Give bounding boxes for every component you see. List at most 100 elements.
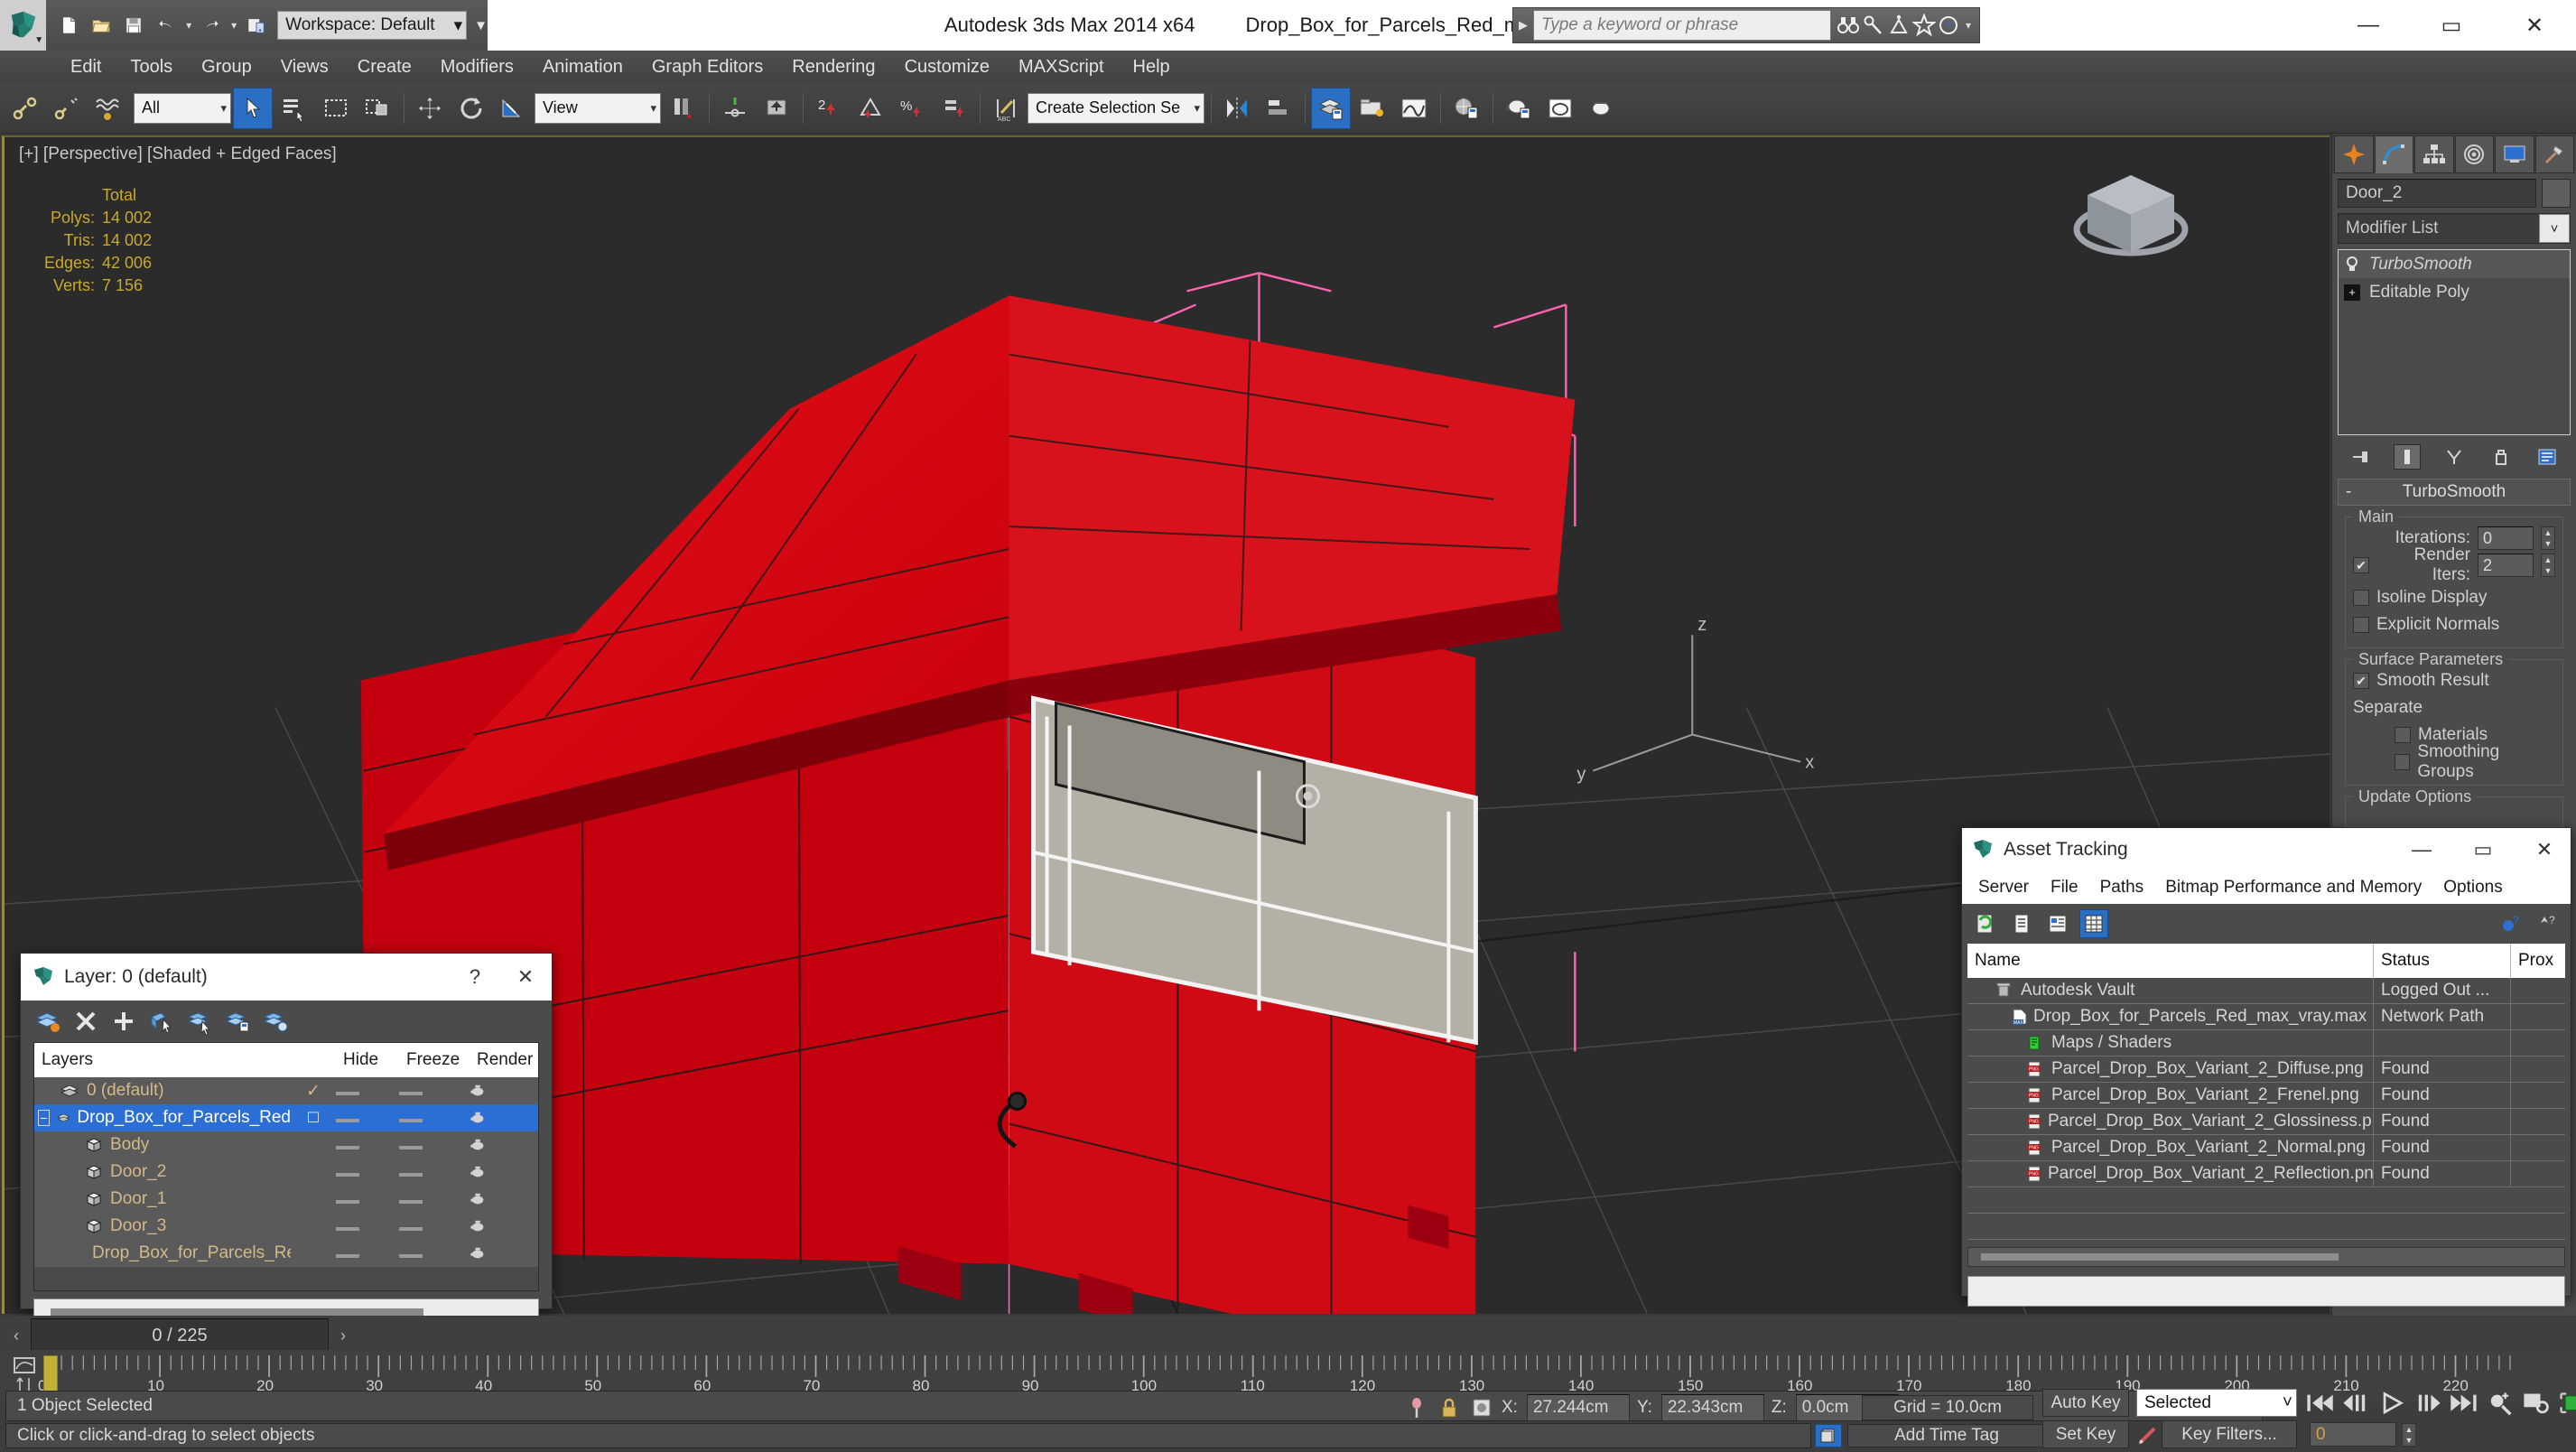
- render-iters-checkbox[interactable]: ✔: [2353, 557, 2369, 573]
- material-editor-button[interactable]: [1446, 88, 1486, 129]
- modify-tab[interactable]: [2374, 135, 2413, 173]
- modifier-list-combo[interactable]: Modifier List ˅: [2338, 213, 2571, 244]
- turbosmooth-rollout-header[interactable]: - TurboSmooth: [2338, 479, 2571, 506]
- next-frame-button[interactable]: [2413, 1391, 2443, 1416]
- freeze-toggle-2[interactable]: [399, 1146, 423, 1150]
- hide-toggle-0[interactable]: [336, 1092, 359, 1095]
- asset-row-maps-shaders[interactable]: Maps / Shaders: [1967, 1029, 2565, 1056]
- zoom-extents-selected-button[interactable]: [2557, 1391, 2576, 1416]
- delete-layer-button[interactable]: [73, 1009, 98, 1034]
- set-key-button[interactable]: Set Key: [2042, 1420, 2129, 1448]
- render-toggle-0[interactable]: [470, 1084, 538, 1098]
- hide-toggle-2[interactable]: [336, 1146, 359, 1150]
- lock-selection-icon[interactable]: [1437, 1395, 1462, 1420]
- highlight-selected-objects-button[interactable]: [225, 1009, 250, 1034]
- freeze-toggle-4[interactable]: [399, 1200, 423, 1204]
- save-file-button[interactable]: [118, 10, 149, 41]
- asset-row-frenel[interactable]: PNG Parcel_Drop_Box_Variant_2_Frenel.png…: [1967, 1082, 2565, 1109]
- layer-row-door-1[interactable]: Door_1: [34, 1186, 538, 1213]
- asset-vault-help-button[interactable]: ?: [2497, 909, 2525, 938]
- maximize-button[interactable]: ▭: [2410, 0, 2493, 51]
- freeze-toggle-1[interactable]: [399, 1119, 423, 1122]
- pin-stack-button[interactable]: [2348, 444, 2375, 470]
- menu-edit[interactable]: Edit: [56, 51, 116, 83]
- project-folder-button[interactable]: [241, 10, 272, 41]
- current-frame-field[interactable]: 0: [2310, 1422, 2396, 1447]
- layer-dialog-close-button[interactable]: ✕: [505, 965, 546, 989]
- transform-center-icon[interactable]: [1469, 1395, 1494, 1420]
- asset-detail-view-button[interactable]: [2043, 909, 2072, 938]
- asset-tracking-maximize-button[interactable]: ▭: [2457, 838, 2509, 861]
- layer-manager-button[interactable]: [1311, 87, 1351, 129]
- light-bulb-icon[interactable]: [2344, 256, 2360, 273]
- asset-menu-server[interactable]: Server: [1967, 878, 2040, 898]
- y-field[interactable]: 22.343cm: [1660, 1394, 1764, 1421]
- x-field[interactable]: 27.244cm: [1526, 1394, 1630, 1421]
- modifier-stack[interactable]: TurboSmooth + Editable Poly: [2338, 249, 2571, 435]
- render-production-button[interactable]: [1582, 88, 1622, 129]
- render-toggle-6[interactable]: [470, 1246, 538, 1261]
- search-button[interactable]: [1837, 14, 1860, 37]
- asset-row-reflection[interactable]: PNG Parcel_Drop_Box_Variant_2_Reflection…: [1967, 1160, 2565, 1187]
- render-toggle-3[interactable]: [470, 1165, 538, 1179]
- asset-menu-paths[interactable]: Paths: [2089, 878, 2155, 898]
- bind-space-warp-button[interactable]: [88, 88, 128, 129]
- isoline-display-checkbox[interactable]: [2353, 590, 2369, 606]
- layer-dialog-help-button[interactable]: ?: [454, 965, 496, 989]
- freeze-toggle-6[interactable]: [399, 1254, 423, 1258]
- asset-refresh-button[interactable]: [1971, 909, 2000, 938]
- curve-editor-button[interactable]: [1394, 88, 1434, 129]
- layer-row-body[interactable]: Body: [34, 1131, 538, 1159]
- select-and-scale-button[interactable]: [493, 88, 533, 129]
- zoom-region-button[interactable]: [2485, 1391, 2516, 1416]
- object-color-swatch[interactable]: [2542, 179, 2571, 208]
- key-filter-combo[interactable]: Selected ˅: [2136, 1389, 2297, 1417]
- menu-graph-editors[interactable]: Graph Editors: [637, 51, 777, 83]
- selection-filter-combo[interactable]: All ▾: [134, 92, 231, 124]
- asset-vault-info-button[interactable]: ?: [2533, 909, 2562, 938]
- named-selection-2-button[interactable]: 2: [809, 88, 849, 129]
- asset-row-glossiness[interactable]: PNG Parcel_Drop_Box_Variant_2_Glossiness…: [1967, 1108, 2565, 1135]
- go-to-start-button[interactable]: [2304, 1391, 2335, 1416]
- open-file-button[interactable]: [86, 10, 116, 41]
- infocenter-caret-icon[interactable]: ▶: [1513, 18, 1533, 33]
- configure-modifier-sets-button[interactable]: [2534, 444, 2561, 470]
- layer-expander-1[interactable]: −: [38, 1110, 50, 1126]
- named-selection-sets-combo[interactable]: Create Selection Se ▾: [1028, 92, 1204, 124]
- display-tab[interactable]: [2495, 135, 2534, 173]
- asset-list-view-button[interactable]: [2007, 909, 2036, 938]
- go-to-end-button[interactable]: [2449, 1391, 2479, 1416]
- rectangular-selection-region-button[interactable]: [316, 88, 356, 129]
- redo-button[interactable]: [196, 10, 227, 41]
- asset-row-max-file[interactable]: MAX Drop_Box_for_Parcels_Red_max_vray.ma…: [1967, 1003, 2565, 1030]
- expand-plus-icon[interactable]: +: [2344, 284, 2360, 301]
- undo-dropdown-caret-icon[interactable]: ▾: [183, 19, 194, 32]
- menu-group[interactable]: Group: [187, 51, 266, 83]
- current-frame-display[interactable]: 0 / 225: [31, 1318, 329, 1353]
- render-toggle-5[interactable]: [470, 1219, 538, 1233]
- render-setup-button[interactable]: [1499, 88, 1539, 129]
- menu-maxscript[interactable]: MAXScript: [1004, 51, 1118, 83]
- layer-dialog[interactable]: Layer: 0 (default) ? ✕ Layers Hide Freez…: [20, 953, 553, 1326]
- utilities-tab[interactable]: [2534, 135, 2574, 173]
- hide-toggle-5[interactable]: [336, 1227, 359, 1231]
- smooth-result-checkbox[interactable]: ✔: [2353, 673, 2369, 689]
- hide-toggle-3[interactable]: [336, 1173, 359, 1177]
- asset-tracking-minimize-button[interactable]: —: [2395, 838, 2448, 861]
- play-animation-button[interactable]: [2376, 1391, 2407, 1416]
- percent-snap-button[interactable]: %: [892, 88, 932, 129]
- modifier-stack-item-turbosmooth[interactable]: TurboSmooth: [2339, 250, 2570, 278]
- select-object-button[interactable]: [233, 87, 273, 129]
- render-toggle-1[interactable]: [470, 1111, 538, 1125]
- create-tab[interactable]: [2334, 135, 2374, 173]
- layer-active-check-0[interactable]: ✓: [291, 1081, 336, 1102]
- time-slider[interactable]: ‹ 0 / 225 ›: [2, 1317, 358, 1354]
- render-toggle-4[interactable]: [470, 1192, 538, 1206]
- asset-grid-view-button[interactable]: [2079, 909, 2108, 938]
- time-tag-icon[interactable]: [1815, 1424, 1842, 1447]
- add-selection-to-layer-button[interactable]: [111, 1009, 136, 1034]
- menu-rendering[interactable]: Rendering: [777, 51, 889, 83]
- asset-menu-file[interactable]: File: [2040, 878, 2089, 898]
- snap-toggle-button[interactable]: [757, 88, 796, 129]
- time-slider-handle[interactable]: [43, 1355, 58, 1395]
